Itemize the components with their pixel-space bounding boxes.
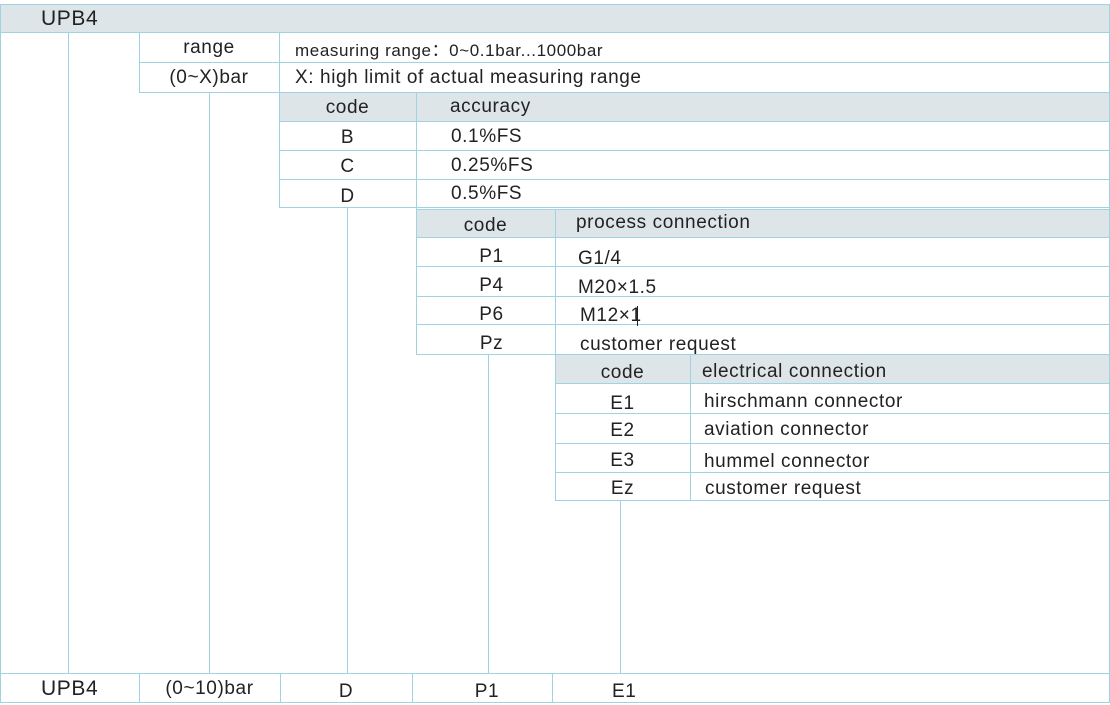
process-value-pz: customer request [580,334,737,355]
range-description: measuring range：0~0.1bar...1000bar [295,41,604,60]
example-range: (0~10)bar [165,678,254,699]
electrical-value-e2: aviation connector [704,419,870,440]
accuracy-value-d: 0.5%FS [451,183,523,204]
range-unit-code: (0~X)bar [169,67,249,88]
process-value-p1: G1/4 [578,248,622,269]
model-header-band [0,4,1109,32]
frame-example-top [0,673,1110,674]
process-header-bottom [416,237,1110,238]
accuracy-code-d: D [340,186,355,207]
range-x-note: X: high limit of actual measuring range [295,67,642,88]
accuracy-code-b: B [340,127,355,148]
process-code-p4: P4 [479,275,504,296]
process-code-p1: P1 [479,246,504,267]
electrical-code-ez: Ez [610,478,635,499]
process-header: process connection [576,212,751,233]
accuracy-row-b [279,150,1110,151]
electrical-divider [690,355,691,501]
process-code-header: code [463,215,508,236]
process-top-line [416,209,1110,210]
example-divider-4 [552,673,553,703]
frame-left [0,4,1,703]
range-header: range [183,37,235,58]
accuracy-row-c [279,179,1110,180]
process-value-p6: M12×1 [580,305,642,326]
electrical-value-e1: hirschmann connector [704,391,903,412]
accuracy-top-line [279,92,1110,93]
electrical-code-header: code [600,362,645,383]
example-model: UPB4 [41,677,99,700]
electrical-drop-line [620,500,621,673]
frame-under-model [0,32,1110,33]
electrical-value-e3: hummel connector [704,451,870,472]
electrical-bottom-line [555,500,1110,501]
electrical-code-e1: E1 [610,393,635,414]
electrical-row-e2 [555,443,1110,444]
electrical-code-e3: E3 [610,450,635,471]
frame-bottom [0,702,1110,703]
model-title: UPB4 [41,7,99,30]
electrical-code-e2: E2 [610,420,635,441]
model-drop-line [68,32,69,673]
example-divider-3 [412,673,413,703]
accuracy-value-c: 0.25%FS [451,155,534,176]
accuracy-header: accuracy [450,96,531,117]
process-code-p6: P6 [479,304,504,325]
example-process: P1 [474,681,500,702]
accuracy-divider [416,92,417,208]
text-cursor [637,306,638,326]
range-row-line [139,62,1110,63]
range-drop-line [209,92,210,673]
accuracy-code-c: C [340,156,355,177]
accuracy-drop-line [347,207,348,673]
electrical-header: electrical connection [702,361,887,382]
electrical-value-ez: customer request [705,478,862,499]
example-electrical: E1 [612,681,637,702]
accuracy-value-b: 0.1%FS [451,126,523,147]
process-value-p4: M20×1.5 [578,277,657,298]
frame-top [0,4,1110,5]
process-code-pz: Pz [479,333,504,354]
example-accuracy: D [338,681,354,702]
accuracy-header-bottom [279,121,1110,122]
accuracy-code-header: code [325,97,370,118]
process-drop-line [488,354,489,673]
